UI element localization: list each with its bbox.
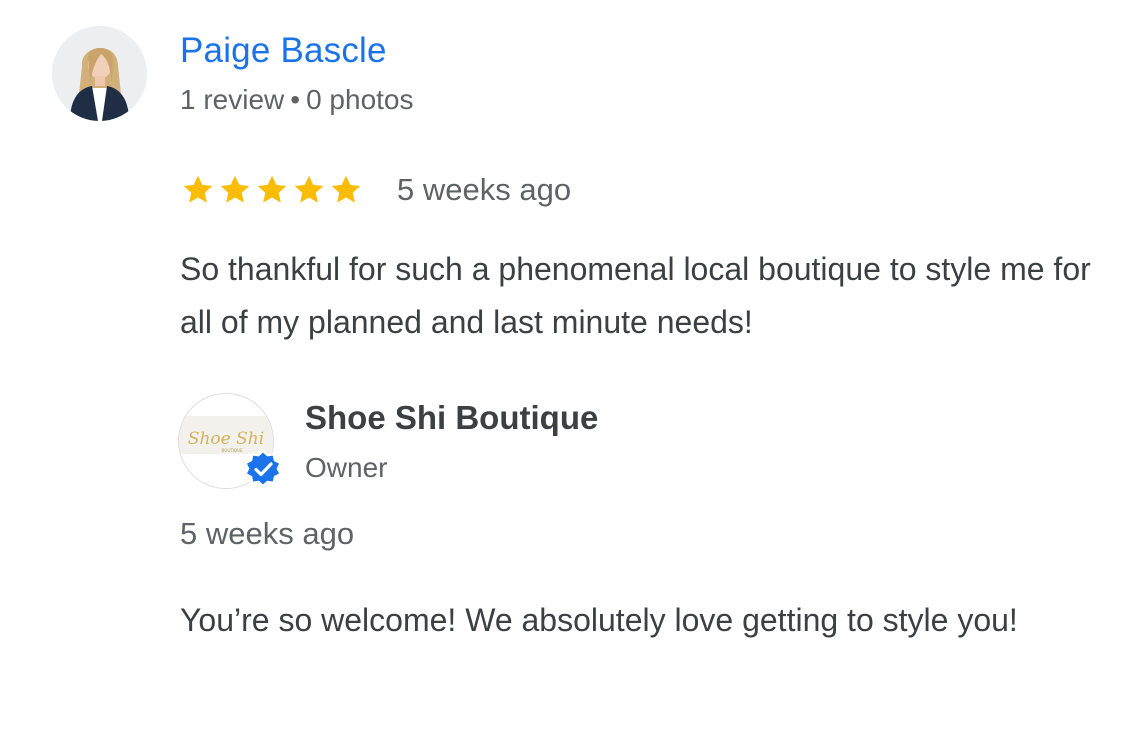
star-icon bbox=[294, 175, 324, 203]
logo-subtext: BOUTIQUE bbox=[222, 448, 243, 453]
star-icon bbox=[183, 175, 213, 203]
star-icon bbox=[257, 175, 287, 203]
review-count: 1 review bbox=[180, 84, 285, 115]
reviewer-avatar[interactable] bbox=[52, 26, 147, 121]
logo-script: Shoe Shi bbox=[188, 429, 264, 449]
owner-role: Owner bbox=[305, 452, 388, 483]
reviewer-name[interactable]: Paige Bascle bbox=[180, 30, 387, 72]
owner-name: Shoe Shi Boutique bbox=[305, 399, 599, 436]
star-icon bbox=[331, 175, 361, 203]
photo-count: 0 photos bbox=[306, 84, 414, 115]
reviewer-photo bbox=[52, 26, 147, 121]
rating-row: 5 weeks ago bbox=[180, 170, 571, 210]
reviewer-stats: 1 review • 0 photos bbox=[180, 82, 414, 118]
review-text: So thankful for such a phenomenal local … bbox=[180, 251, 1091, 340]
star-rating bbox=[180, 172, 365, 208]
meta-separator: • bbox=[290, 84, 301, 115]
star-icon bbox=[220, 175, 250, 203]
reply-date: 5 weeks ago bbox=[180, 516, 355, 551]
review-card: Paige Bascle 1 review • 0 photos 5 weeks a… bbox=[0, 0, 1129, 743]
reply-text: You’re so welcome! We absolutely love ge… bbox=[180, 602, 1018, 638]
review-date: 5 weeks ago bbox=[397, 172, 572, 207]
verified-check-icon bbox=[244, 450, 282, 488]
